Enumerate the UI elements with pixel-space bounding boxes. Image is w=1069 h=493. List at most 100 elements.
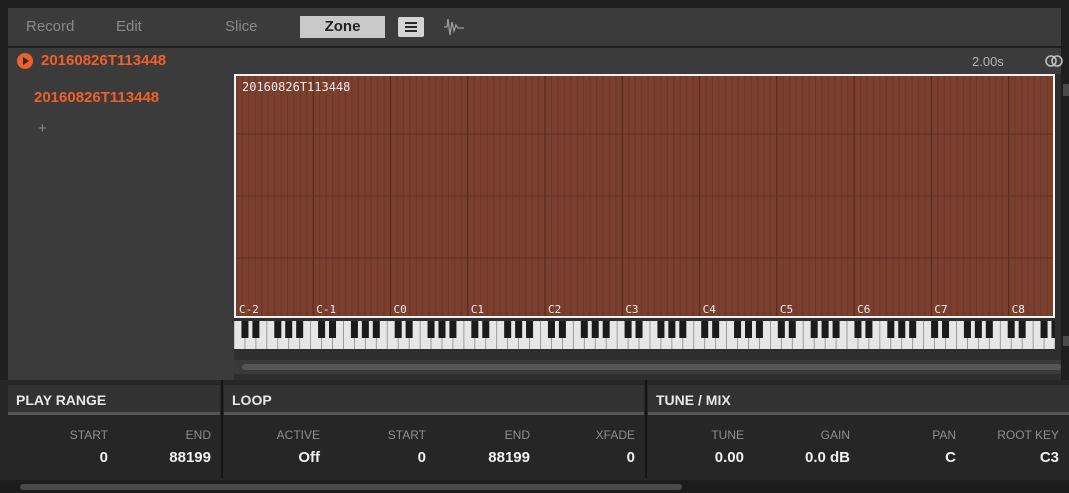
- black-key: [865, 321, 873, 338]
- black-key: [482, 321, 490, 338]
- note-label: C3: [625, 303, 638, 316]
- black-key: [438, 321, 446, 338]
- black-key: [274, 321, 282, 338]
- black-key: [963, 321, 971, 338]
- pan-value[interactable]: C: [866, 449, 956, 466]
- loop-end-label: END: [504, 428, 530, 442]
- black-key: [931, 321, 939, 338]
- play-icon[interactable]: [17, 53, 33, 69]
- black-key: [602, 321, 610, 338]
- black-key: [515, 321, 523, 338]
- zone-label: 20160826T113448: [242, 80, 350, 94]
- mode-tab-bar: Record Edit Slice Zone: [8, 8, 1061, 46]
- black-key: [558, 321, 566, 338]
- piano-keyboard[interactable]: [234, 321, 1055, 349]
- root-key-label: ROOT KEY: [997, 428, 1059, 442]
- black-key: [1051, 321, 1055, 338]
- loop-start-value[interactable]: 0: [336, 449, 426, 466]
- black-key: [755, 321, 763, 338]
- note-label: C-2: [239, 303, 259, 316]
- black-key: [296, 321, 304, 338]
- black-key: [788, 321, 796, 338]
- black-key: [974, 321, 982, 338]
- black-key: [591, 321, 599, 338]
- loop-title: LOOP: [232, 392, 272, 408]
- zone-list-item[interactable]: 20160826T113448: [34, 89, 159, 106]
- loop-end-value[interactable]: 88199: [440, 449, 530, 466]
- link-icon[interactable]: [1044, 54, 1064, 68]
- black-key: [635, 321, 643, 338]
- note-label: C5: [780, 303, 793, 316]
- play-end-label: END: [185, 428, 211, 442]
- note-label: C2: [548, 303, 561, 316]
- tab-zone[interactable]: Zone: [300, 16, 385, 38]
- tune-mix-header: TUNE / MIX: [648, 385, 1069, 415]
- scrollbar-thumb[interactable]: [242, 364, 1061, 370]
- loop-xfade-value[interactable]: 0: [545, 449, 635, 466]
- list-view-button[interactable]: [398, 17, 424, 37]
- note-label: C0: [394, 303, 407, 316]
- black-key: [504, 321, 512, 338]
- black-key: [329, 321, 337, 338]
- vertical-scroll-bottom[interactable]: [1063, 336, 1069, 346]
- play-start-value[interactable]: 0: [18, 449, 108, 466]
- black-key: [898, 321, 906, 338]
- tab-edit[interactable]: Edit: [116, 18, 142, 35]
- tune-value[interactable]: 0.00: [654, 449, 744, 466]
- section-divider: [645, 380, 647, 478]
- bottom-scrollbar-thumb[interactable]: [20, 484, 682, 490]
- zone-map-area: 20160826T113448 C-2 C-1 C0 C1 C2 C3 C4 C5 C6 C7 C8: [234, 74, 1061, 380]
- note-label: C8: [1012, 303, 1025, 316]
- root-key-value[interactable]: C3: [969, 449, 1059, 466]
- black-key: [372, 321, 380, 338]
- note-label: C4: [703, 303, 717, 316]
- sample-duration: 2.00s: [972, 54, 1004, 69]
- tab-record[interactable]: Record: [26, 18, 74, 35]
- list-icon-line-3: [405, 30, 417, 32]
- black-key: [701, 321, 709, 338]
- black-key: [241, 321, 249, 338]
- play-range-header: PLAY RANGE: [8, 385, 220, 415]
- loop-header: LOOP: [224, 385, 644, 415]
- gain-value[interactable]: 0.0 dB: [760, 449, 850, 466]
- sample-title: 20160826T113448: [41, 52, 167, 69]
- play-range-title: PLAY RANGE: [16, 392, 107, 408]
- loop-active-label: ACTIVE: [276, 428, 320, 442]
- add-zone-button[interactable]: +: [38, 120, 47, 137]
- vertical-scroll-top[interactable]: [1063, 84, 1069, 96]
- black-key: [810, 321, 818, 338]
- loop-xfade-label: XFADE: [595, 428, 635, 442]
- black-key: [252, 321, 260, 338]
- pan-label: PAN: [932, 428, 956, 442]
- play-end-value[interactable]: 88199: [121, 449, 211, 466]
- black-key: [449, 321, 457, 338]
- black-key: [394, 321, 402, 338]
- black-key: [909, 321, 917, 338]
- tab-slice[interactable]: Slice: [225, 18, 258, 35]
- black-key: [832, 321, 840, 338]
- section-divider: [221, 380, 223, 478]
- black-key: [427, 321, 435, 338]
- black-key: [854, 321, 862, 338]
- black-key: [285, 321, 293, 338]
- black-key: [657, 321, 665, 338]
- tune-mix-title: TUNE / MIX: [656, 392, 731, 408]
- black-key: [1007, 321, 1015, 338]
- zone-map[interactable]: 20160826T113448 C-2 C-1 C0 C1 C2 C3 C4 C5 C6 C7 C8: [234, 74, 1055, 318]
- black-key: [526, 321, 534, 338]
- black-key: [985, 321, 993, 338]
- zone-list: 20160826T113448 +: [8, 74, 234, 380]
- black-key: [547, 321, 555, 338]
- waveform-icon[interactable]: [442, 16, 466, 38]
- loop-active-value[interactable]: Off: [230, 449, 320, 466]
- black-key: [580, 321, 588, 338]
- list-icon-line-2: [405, 26, 417, 28]
- horizontal-scrollbar[interactable]: [234, 360, 1061, 374]
- black-key: [679, 321, 687, 338]
- black-key: [624, 321, 632, 338]
- sample-title-bar: 20160826T113448 2.00s: [8, 48, 1064, 74]
- black-key: [942, 321, 950, 338]
- play-start-label: START: [69, 428, 108, 442]
- black-key: [1018, 321, 1026, 338]
- black-key: [1040, 321, 1048, 338]
